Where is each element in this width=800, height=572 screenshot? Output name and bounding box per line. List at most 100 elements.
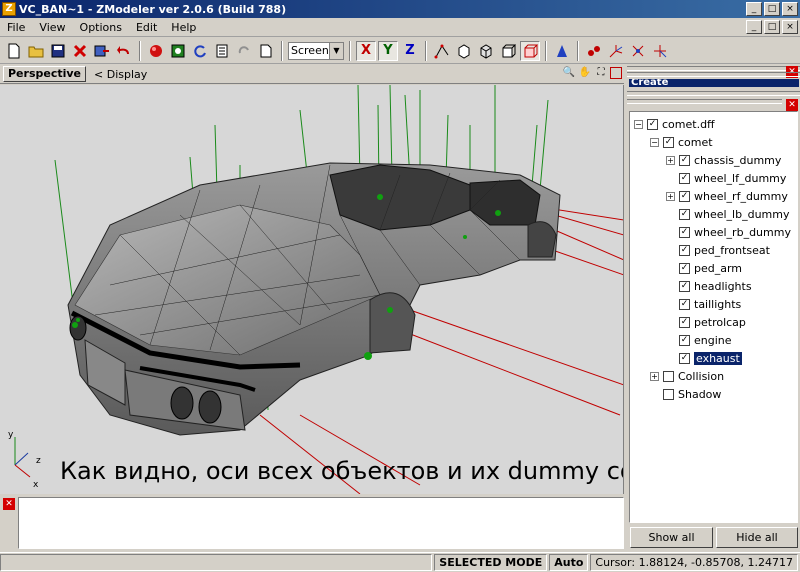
visibility-checkbox[interactable]: ✓ [679, 154, 690, 166]
maximize-button[interactable]: □ [764, 2, 780, 16]
mdi-minimize-button[interactable]: _ [746, 20, 762, 34]
open-folder-icon[interactable] [26, 41, 46, 61]
gizmo-icon[interactable] [606, 41, 626, 61]
collapse-icon[interactable]: − [634, 119, 643, 129]
cone-icon[interactable] [552, 41, 572, 61]
visibility-checkbox[interactable]: ✓ [679, 190, 690, 202]
log-output[interactable] [18, 497, 624, 549]
menu-file[interactable]: File [0, 21, 32, 34]
tree-item[interactable]: + ✓ chassis_dummy [666, 151, 781, 169]
show-all-button[interactable]: Show all [630, 527, 713, 548]
tree-item[interactable]: − ✓ comet [650, 133, 713, 151]
tree-item[interactable]: + ✓ wheel_rf_dummy [666, 187, 788, 205]
link-icon[interactable] [584, 41, 604, 61]
close-tree-icon[interactable]: ✕ [786, 99, 798, 111]
tree-item[interactable]: ✓ ped_arm [666, 259, 742, 277]
display-menu[interactable]: < Display [94, 68, 147, 81]
tree-item[interactable]: ✓ ped_frontseat [666, 241, 770, 259]
new-file-icon[interactable] [4, 41, 24, 61]
visibility-checkbox[interactable]: ✓ [679, 208, 690, 220]
blank-page-icon[interactable] [256, 41, 276, 61]
visibility-checkbox[interactable]: ✓ [679, 280, 690, 292]
pivot-icon[interactable] [628, 41, 648, 61]
visibility-checkbox[interactable] [663, 370, 674, 382]
tree-item[interactable]: ✓ engine [666, 331, 732, 349]
mdi-restore-button[interactable]: □ [764, 20, 780, 34]
zoom-icon[interactable]: 🔍 [562, 66, 576, 80]
axis-z-toggle[interactable]: Z [400, 41, 420, 61]
menu-options[interactable]: Options [73, 21, 129, 34]
chevron-down-icon[interactable]: ▼ [329, 42, 343, 59]
red-sphere-icon[interactable] [146, 41, 166, 61]
tree-item[interactable]: Shadow [650, 385, 721, 403]
close-viewport-icon[interactable] [610, 67, 622, 79]
menu-view[interactable]: View [32, 21, 72, 34]
tree-item[interactable]: − ✓ comet.dff [634, 115, 715, 133]
tree-item[interactable]: ✓ wheel_lf_dummy [666, 169, 786, 187]
axis-x-toggle[interactable]: X [356, 40, 376, 61]
visibility-checkbox[interactable]: ✓ [679, 298, 690, 310]
visibility-checkbox[interactable]: ✓ [679, 334, 690, 346]
selection-mode-indicator[interactable]: SELECTED MODE [434, 554, 548, 571]
cube-select-icon[interactable] [498, 41, 518, 61]
view-mode-select[interactable]: Screen ▼ [288, 41, 344, 60]
toolbar-separator [349, 40, 351, 61]
collapse-icon[interactable]: − [650, 137, 659, 147]
panel-grip[interactable] [627, 99, 782, 104]
document-icon[interactable] [212, 41, 232, 61]
vertex-select-icon[interactable] [432, 41, 452, 61]
visibility-checkbox[interactable]: ✓ [679, 352, 690, 364]
fullscreen-icon[interactable]: ⛶ [594, 66, 608, 80]
tree-item[interactable]: + Collision [650, 367, 724, 385]
gizmo-x-label: x [33, 480, 39, 490]
menu-edit[interactable]: Edit [129, 21, 164, 34]
object-select-icon[interactable] [476, 41, 496, 61]
tree-item[interactable]: ✓ exhaust [666, 349, 742, 367]
create-panel-header[interactable]: Create [629, 79, 799, 87]
pan-hand-icon[interactable]: ✋ [578, 66, 592, 80]
visibility-checkbox[interactable]: ✓ [647, 118, 658, 130]
toolbar-separator [281, 40, 283, 61]
tab-perspective[interactable]: Perspective [3, 66, 87, 82]
transform-icon[interactable] [650, 41, 670, 61]
gizmo-y-label: y [8, 430, 14, 440]
visibility-checkbox[interactable]: ✓ [679, 244, 690, 256]
visibility-checkbox[interactable]: ✓ [679, 316, 690, 328]
visibility-checkbox[interactable]: ✓ [679, 226, 690, 238]
tree-item[interactable]: ✓ wheel_lb_dummy [666, 205, 790, 223]
undo-arrow-icon[interactable] [114, 41, 134, 61]
zmodeler-app-icon[interactable]: Z [2, 2, 16, 16]
axis-y-toggle[interactable]: Y [378, 40, 398, 61]
panel-grip[interactable] [627, 66, 800, 71]
visibility-checkbox[interactable]: ✓ [663, 136, 674, 148]
save-disk-icon[interactable] [48, 41, 68, 61]
delete-x-icon[interactable] [70, 41, 90, 61]
menu-help[interactable]: Help [164, 21, 203, 34]
tree-item[interactable]: ✓ wheel_rb_dummy [666, 223, 791, 241]
minimize-button[interactable]: _ [746, 2, 762, 16]
mdi-close-button[interactable]: × [782, 20, 798, 34]
hide-all-button[interactable]: Hide all [716, 527, 798, 548]
box-select-icon[interactable] [520, 40, 540, 61]
visibility-checkbox[interactable]: ✓ [679, 262, 690, 274]
auto-indicator[interactable]: Auto [549, 554, 589, 571]
rotate-icon[interactable] [190, 41, 210, 61]
texture-icon[interactable] [168, 41, 188, 61]
3d-viewport[interactable]: y z x Как видно, оси всех объектов и их … [0, 85, 624, 494]
face-select-icon[interactable] [454, 41, 474, 61]
expand-icon[interactable]: + [666, 155, 675, 165]
expand-icon[interactable]: + [650, 371, 659, 381]
visibility-checkbox[interactable] [663, 388, 674, 400]
visibility-checkbox[interactable]: ✓ [679, 172, 690, 184]
tree-item[interactable]: ✓ taillights [666, 295, 741, 313]
panel-grip[interactable] [627, 91, 800, 96]
import-icon[interactable] [92, 41, 112, 61]
expand-icon[interactable]: + [666, 191, 675, 201]
close-log-icon[interactable]: ✕ [3, 498, 15, 510]
panel-grip[interactable] [627, 72, 800, 77]
tree-item[interactable]: ✓ headlights [666, 277, 752, 295]
tree-item-label: wheel_rf_dummy [694, 189, 788, 203]
close-button[interactable]: × [782, 2, 798, 16]
redo-icon[interactable] [234, 41, 254, 61]
tree-item[interactable]: ✓ petrolcap [666, 313, 746, 331]
